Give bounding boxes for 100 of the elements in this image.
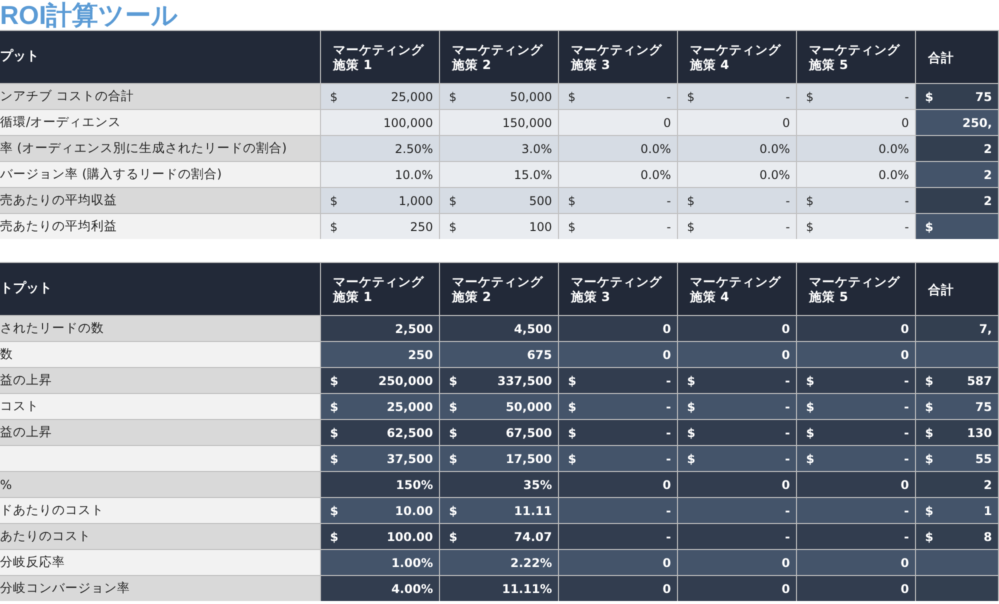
cell-value: 2 — [984, 478, 992, 492]
currency-symbol: $ — [330, 426, 338, 440]
cell-value: - — [666, 426, 671, 440]
column-header: マーケティング施策 4 — [678, 263, 797, 315]
row-label: % — [0, 471, 321, 497]
cell-value: - — [666, 400, 671, 414]
currency-symbol: $ — [806, 90, 814, 104]
currency-symbol: $ — [330, 400, 338, 414]
row-label: 循環/オーディエンス — [0, 109, 321, 135]
column-header: マーケティング施策 1 — [321, 263, 440, 315]
cell-value: 0 — [782, 582, 790, 596]
currency-symbol: $ — [568, 194, 576, 208]
cell-value: 150,000 — [502, 116, 552, 130]
currency-symbol: $ — [568, 220, 576, 234]
cell-value: 250,000 — [378, 374, 433, 388]
currency-symbol: $ — [687, 374, 696, 388]
cell-value: 0.0% — [760, 168, 790, 182]
cell-value: - — [785, 400, 790, 414]
cell-value: 67,500 — [506, 426, 552, 440]
cell-value: - — [666, 220, 671, 234]
cell-value: 0 — [782, 322, 790, 336]
currency-symbol: $ — [806, 194, 814, 208]
currency-symbol: $ — [330, 90, 338, 104]
cell-value: - — [666, 90, 671, 104]
currency-symbol: $ — [925, 426, 934, 440]
cell-value: 150% — [396, 478, 433, 492]
cell-value: 0 — [900, 582, 909, 596]
column-header: 合計 — [916, 31, 999, 83]
row-label: あたりのコスト — [0, 523, 321, 549]
cell-value: 337,500 — [497, 374, 552, 388]
cell-value: 2 — [984, 168, 992, 182]
table-heading: プット — [0, 31, 321, 83]
cell-value: - — [786, 220, 790, 234]
cell-value: 675 — [526, 348, 552, 362]
column-header: マーケティング施策 2 — [440, 31, 559, 83]
column-header: マーケティング施策 3 — [559, 263, 678, 315]
cell-value: 7, — [979, 322, 992, 336]
currency-symbol: $ — [687, 452, 696, 466]
cell-value: 500 — [529, 194, 552, 208]
cell-value: 2 — [984, 194, 992, 208]
cell-value: - — [904, 220, 909, 234]
cell-value: - — [904, 504, 909, 518]
currency-symbol: $ — [330, 194, 338, 208]
cell-value: 0.0% — [640, 168, 671, 182]
cell-value: 11.11 — [514, 504, 552, 518]
cell-value: 3.0% — [522, 142, 552, 156]
currency-symbol: $ — [806, 374, 814, 388]
cell-value: - — [904, 400, 909, 414]
cell-value: 37,500 — [386, 452, 433, 466]
currency-symbol: $ — [330, 220, 338, 234]
cell-value: - — [666, 452, 671, 466]
cell-value: 0 — [663, 116, 671, 130]
currency-symbol: $ — [925, 400, 934, 414]
row-label: コスト — [0, 393, 321, 419]
cell-value: - — [785, 426, 790, 440]
cell-value: - — [666, 530, 671, 544]
currency-symbol: $ — [925, 374, 934, 388]
column-header: 合計 — [916, 263, 999, 315]
currency-symbol: $ — [330, 452, 338, 466]
currency-symbol: $ — [568, 400, 576, 414]
cell-value: 0.0% — [878, 168, 909, 182]
cell-value: 0.0% — [640, 142, 671, 156]
currency-symbol: $ — [687, 90, 695, 104]
cell-value: - — [786, 194, 790, 208]
column-header: マーケティング施策 5 — [797, 31, 916, 83]
cell-value: 25,000 — [391, 90, 433, 104]
cell-value: 100,000 — [383, 116, 433, 130]
cell-value: 2,500 — [395, 322, 433, 336]
cell-value: 250, — [962, 116, 992, 130]
currency-symbol: $ — [449, 452, 458, 466]
cell-value: - — [904, 194, 909, 208]
cell-value: 100 — [529, 220, 552, 234]
column-header: マーケティング施策 4 — [678, 31, 797, 83]
currency-symbol: $ — [806, 426, 814, 440]
currency-symbol: $ — [687, 426, 696, 440]
cell-value: 75 — [975, 400, 992, 414]
cell-value: - — [904, 374, 909, 388]
cell-value: 10.0% — [394, 168, 433, 182]
cell-value: 0.0% — [760, 142, 790, 156]
currency-symbol: $ — [449, 194, 457, 208]
cell-value: 11.11% — [502, 582, 552, 596]
cell-value: 55 — [975, 452, 992, 466]
cell-value: 50,000 — [506, 400, 552, 414]
row-label: 売あたりの平均利益 — [0, 213, 321, 239]
cell-value: 25,000 — [386, 400, 433, 414]
row-label: 益の上昇 — [0, 367, 321, 393]
currency-symbol: $ — [330, 504, 338, 518]
cell-value: - — [904, 90, 909, 104]
cell-value: 50,000 — [510, 90, 552, 104]
currency-symbol: $ — [806, 220, 814, 234]
table-heading: トプット — [0, 263, 321, 315]
cell-value: - — [785, 504, 790, 518]
currency-symbol: $ — [449, 220, 457, 234]
column-header: マーケティング施策 1 — [321, 31, 440, 83]
row-label: 分岐反応率 — [0, 549, 321, 575]
cell-value: 2.22% — [510, 556, 552, 570]
cell-value: - — [904, 426, 909, 440]
currency-symbol: $ — [330, 374, 338, 388]
cell-value: 4,500 — [514, 322, 552, 336]
row-label: 分岐コンバージョン率 — [0, 575, 321, 601]
